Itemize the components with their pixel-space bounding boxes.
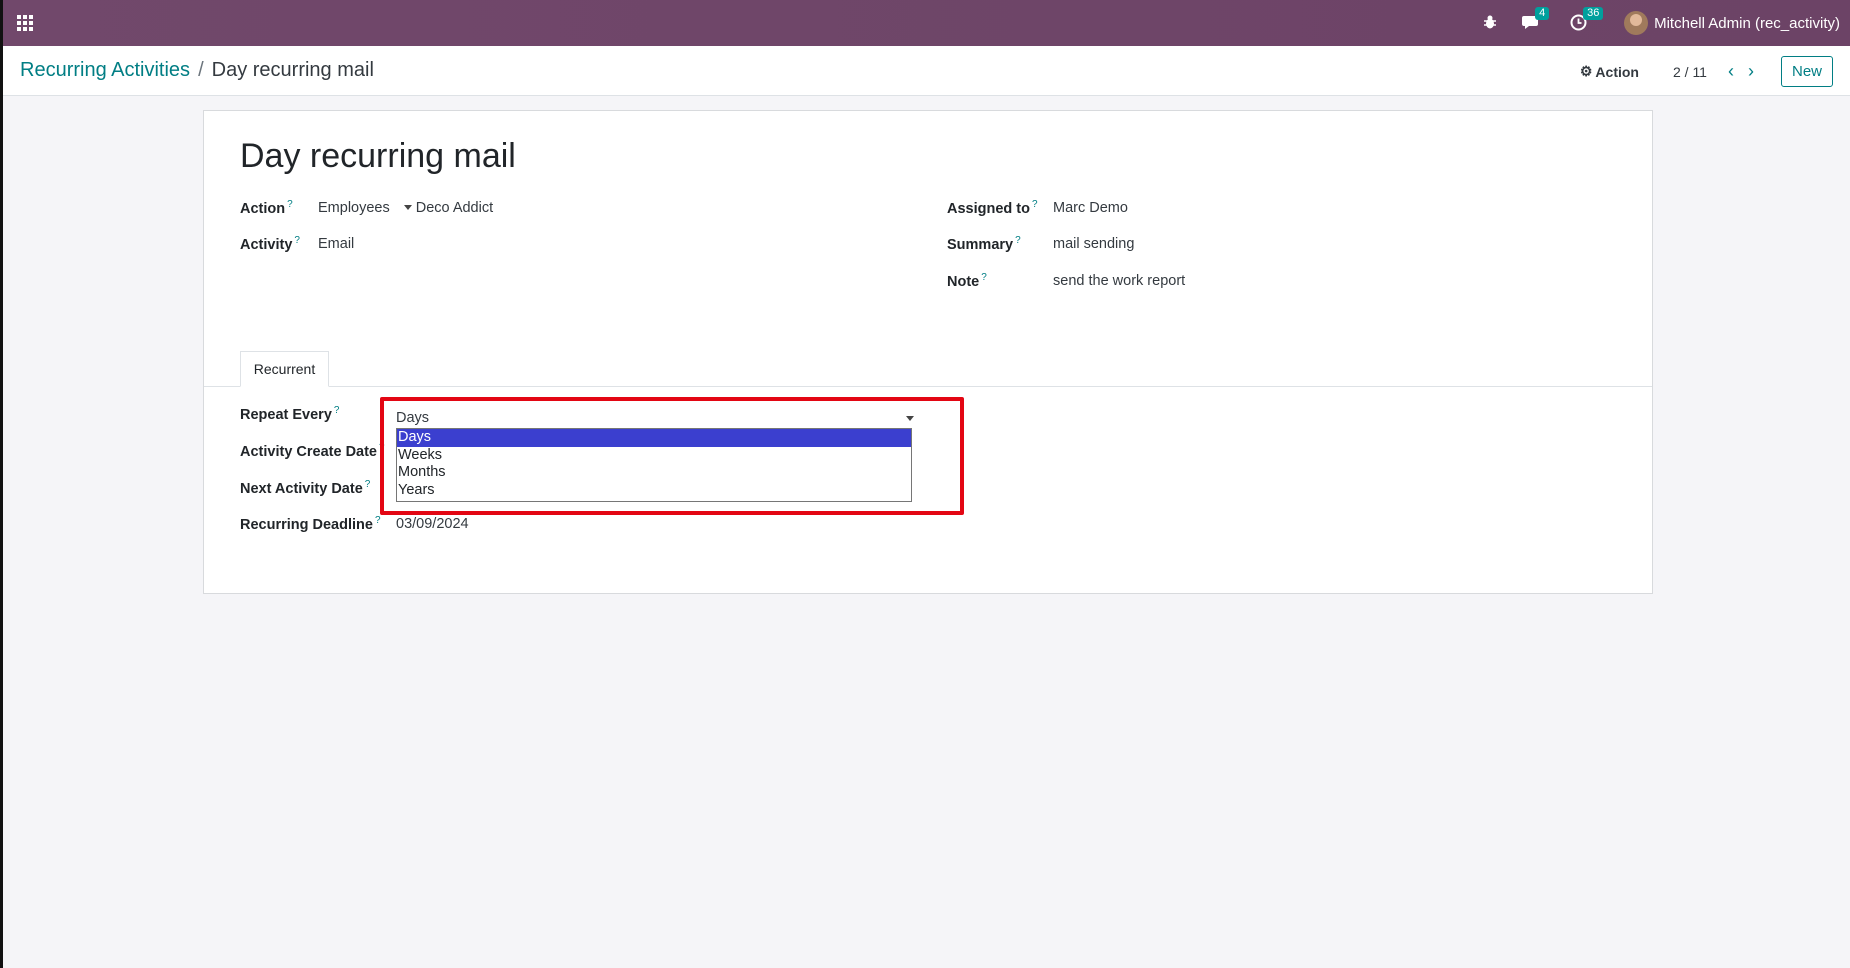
note-field: Note? send the work report <box>947 272 1185 290</box>
action-menu-label: Action <box>1595 63 1639 80</box>
chevron-left-icon[interactable]: ‹ <box>1721 61 1741 82</box>
user-name: Mitchell Admin (rec_activity) <box>1654 14 1840 32</box>
breadcrumb-current: Day recurring mail <box>211 59 374 81</box>
next-date-field: Next Activity Date? <box>240 479 370 497</box>
action-label: Action? <box>240 199 293 217</box>
action-menu-button[interactable]: ⚙ Action <box>1580 63 1639 80</box>
deadline-label: Recurring Deadline? <box>240 515 381 533</box>
create-date-field: Activity Create Date? <box>240 442 385 460</box>
next-date-label: Next Activity Date? <box>240 479 371 497</box>
chevron-down-icon[interactable] <box>403 204 412 210</box>
form-sheet: Day recurring mail Action? Employees Deco… <box>203 110 1653 594</box>
create-date-label: Activity Create Date? <box>240 442 385 460</box>
chevron-right-icon[interactable]: › <box>1741 61 1761 82</box>
debug-bug-icon[interactable] <box>1482 14 1500 32</box>
help-icon: ? <box>1031 199 1038 210</box>
new-button[interactable]: New <box>1780 56 1833 87</box>
control-panel: Recurring Activities / Day recurring mail … <box>3 46 1850 96</box>
activity-label: Activity? <box>240 235 300 253</box>
activities-badge: 36 <box>1583 7 1604 20</box>
activity-value[interactable]: Email <box>318 236 354 252</box>
breadcrumb-separator: / <box>198 59 204 81</box>
deadline-field: Recurring Deadline? 03/09/2024 <box>240 515 469 533</box>
pager-value[interactable]: 2 / 11 <box>1673 64 1707 80</box>
help-icon: ? <box>374 515 381 526</box>
help-icon: ? <box>333 405 340 416</box>
avatar <box>1624 11 1649 35</box>
activity-field: Activity? Email <box>240 235 354 253</box>
assigned-field: Assigned to? Marc Demo <box>947 199 1128 217</box>
help-icon: ? <box>364 479 371 490</box>
tab-divider <box>204 386 1652 387</box>
help-icon: ? <box>981 272 987 283</box>
tab-recurrent[interactable]: Recurrent <box>240 351 329 387</box>
action-field: Action? Employees Deco Addict <box>240 199 493 217</box>
help-icon: ? <box>1015 235 1021 246</box>
breadcrumb: Recurring Activities / Day recurring mail <box>20 59 374 82</box>
record-title[interactable]: Day recurring mail <box>240 137 516 176</box>
top-navbar: 4 36 Mitchell Admin (rec_activity) <box>3 0 1850 46</box>
user-menu[interactable]: Mitchell Admin (rec_activity) <box>1624 11 1840 35</box>
activities-clock-icon[interactable]: 36 <box>1570 7 1604 32</box>
action-value[interactable]: Employees Deco Addict <box>318 200 493 216</box>
deadline-value[interactable]: 03/09/2024 <box>396 516 469 532</box>
apps-grid-icon[interactable] <box>17 15 33 31</box>
repeat-every-field: Repeat Every? <box>240 405 339 423</box>
repeat-every-label: Repeat Every? <box>240 405 340 423</box>
note-label: Note? <box>947 272 987 290</box>
assigned-label: Assigned to? <box>947 199 1038 217</box>
summary-field: Summary? mail sending <box>947 235 1134 253</box>
gear-icon: ⚙ <box>1579 63 1593 79</box>
assigned-value[interactable]: Marc Demo <box>1053 200 1128 216</box>
help-icon: ? <box>294 235 300 246</box>
breadcrumb-parent-link[interactable]: Recurring Activities <box>20 59 190 81</box>
summary-label: Summary? <box>947 235 1021 253</box>
messages-badge: 4 <box>1535 7 1550 20</box>
messages-icon[interactable]: 4 <box>1522 7 1550 32</box>
help-icon: ? <box>287 199 293 210</box>
annotation-highlight-box <box>380 397 964 515</box>
summary-value[interactable]: mail sending <box>1053 236 1134 252</box>
note-value[interactable]: send the work report <box>1053 273 1185 289</box>
